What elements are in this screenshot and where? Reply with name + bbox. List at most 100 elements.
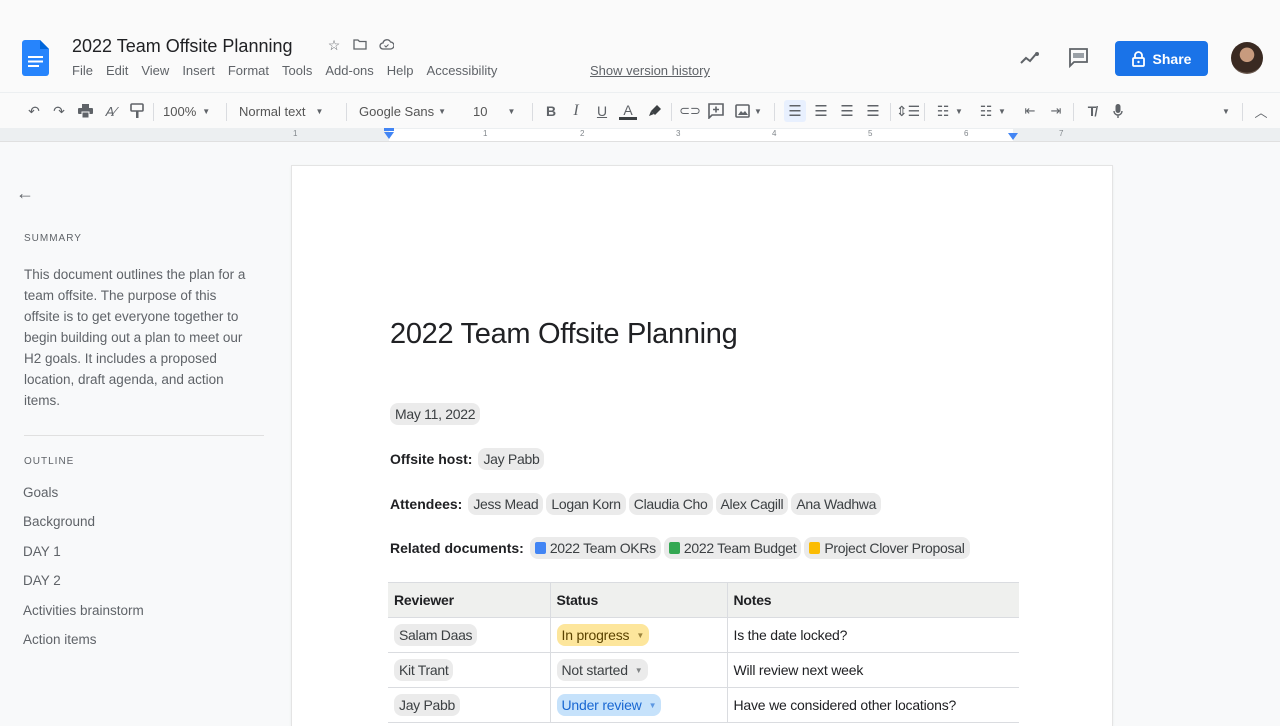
menu-accessibility[interactable]: Accessibility: [427, 63, 498, 78]
checklist-icon: ☷: [936, 102, 950, 119]
comment-history-icon[interactable]: [1068, 47, 1089, 68]
toolbar-divider: [1073, 103, 1074, 121]
caret-down-icon: ▼: [998, 106, 1006, 116]
menu-insert[interactable]: Insert: [182, 63, 215, 78]
status-cell[interactable]: Not started ▼: [549, 652, 728, 688]
insert-image-button[interactable]: ▼: [733, 101, 762, 121]
outline-item-background[interactable]: Background: [23, 512, 144, 541]
person-chip[interactable]: Jay Pabb: [394, 694, 460, 716]
right-indent-marker[interactable]: [1008, 133, 1018, 140]
menu-add-ons[interactable]: Add-ons: [325, 63, 373, 78]
toolbar-divider: [153, 103, 154, 121]
column-header-status[interactable]: Status: [549, 582, 728, 618]
menu-view[interactable]: View: [141, 63, 169, 78]
column-header-notes[interactable]: Notes: [726, 582, 1019, 618]
folder-icon[interactable]: [352, 37, 368, 54]
notes-cell[interactable]: Is the date locked?: [726, 617, 1019, 653]
share-button[interactable]: Share: [1115, 41, 1208, 76]
increase-indent-icon[interactable]: ⇥: [1047, 102, 1065, 120]
italic-icon[interactable]: I: [567, 102, 585, 120]
underline-icon[interactable]: U: [593, 102, 611, 120]
menu-edit[interactable]: Edit: [106, 63, 128, 78]
summary-text[interactable]: This document outlines the plan for a te…: [24, 264, 254, 411]
font-value: Google Sans: [359, 103, 435, 119]
person-chip[interactable]: Claudia Cho: [628, 493, 713, 515]
outline-item-goals[interactable]: Goals: [23, 483, 144, 512]
checklist-button[interactable]: ☷ ▼: [934, 101, 963, 121]
link-icon[interactable]: ⊂⊃: [679, 102, 701, 120]
bulleted-list-button[interactable]: ☷ ▼: [977, 101, 1006, 121]
undo-icon[interactable]: ↶: [25, 102, 43, 120]
align-left-icon[interactable]: ☰: [786, 102, 804, 120]
highlight-color-icon[interactable]: [646, 102, 664, 120]
person-chip[interactable]: Logan Korn: [546, 493, 626, 515]
star-icon[interactable]: ☆: [326, 37, 342, 54]
column-header-reviewer[interactable]: Reviewer: [388, 582, 551, 618]
document-heading[interactable]: 2022 Team Offsite Planning: [390, 318, 738, 351]
reviewer-cell[interactable]: Jay Pabb: [388, 687, 551, 723]
font-select[interactable]: Google Sans ▼: [359, 101, 446, 121]
outline-item-day-2[interactable]: DAY 2: [23, 571, 144, 600]
outline-item-activities-brainstorm[interactable]: Activities brainstorm: [23, 601, 144, 630]
person-chip[interactable]: Ana Wadhwa: [791, 493, 882, 515]
collapse-menus-icon[interactable]: ︿: [1252, 102, 1270, 120]
text-color-icon[interactable]: A: [619, 102, 637, 120]
align-right-icon[interactable]: ☰: [838, 102, 856, 120]
decrease-indent-icon[interactable]: ⇤: [1021, 102, 1039, 120]
zoom-select[interactable]: 100% ▼: [163, 101, 210, 121]
notes-cell[interactable]: Will review next week: [726, 652, 1019, 688]
file-chip[interactable]: 2022 Team OKRs: [529, 537, 661, 559]
reviewer-cell[interactable]: Kit Trant: [388, 652, 551, 688]
version-history-link[interactable]: Show version history: [590, 63, 710, 78]
paragraph-style-select[interactable]: Normal text ▼: [239, 101, 323, 121]
user-avatar[interactable]: [1231, 42, 1263, 74]
person-chip[interactable]: Jay Pabb: [478, 448, 545, 470]
voice-typing-icon[interactable]: [1109, 102, 1127, 120]
menu-format[interactable]: Format: [228, 63, 269, 78]
clear-formatting-icon[interactable]: T̸: [1083, 102, 1101, 120]
cloud-status-icon[interactable]: [378, 37, 395, 54]
person-chip[interactable]: Alex Cagill: [715, 493, 789, 515]
reviewer-cell[interactable]: Salam Daas: [388, 617, 551, 653]
bold-icon[interactable]: B: [542, 102, 560, 120]
status-dropdown-chip[interactable]: Under review ▼: [556, 694, 662, 716]
google-docs-logo-icon[interactable]: [22, 40, 49, 76]
status-dropdown-chip[interactable]: In progress ▼: [556, 624, 650, 646]
menu-help[interactable]: Help: [387, 63, 414, 78]
document-title[interactable]: 2022 Team Offsite Planning: [72, 36, 292, 57]
image-icon: [733, 102, 751, 120]
google-slides-icon: [809, 542, 821, 554]
outline-item-action-items[interactable]: Action items: [23, 630, 144, 659]
file-chip[interactable]: Project Clover Proposal: [804, 537, 970, 559]
menu-file[interactable]: File: [72, 63, 93, 78]
horizontal-ruler[interactable]: 1 1 2 3 4 5 6 7: [0, 128, 1280, 142]
align-center-icon[interactable]: ☰: [812, 102, 830, 120]
notes-cell[interactable]: Have we considered other locations?: [726, 687, 1019, 723]
date-chip[interactable]: May 11, 2022: [390, 403, 481, 425]
menu-tools[interactable]: Tools: [282, 63, 312, 78]
redo-icon[interactable]: ↷: [50, 102, 68, 120]
align-justify-icon[interactable]: ☰: [864, 102, 882, 120]
paint-format-icon[interactable]: [128, 102, 146, 120]
document-page[interactable]: 2022 Team Offsite Planning May 11, 2022 …: [292, 166, 1112, 726]
reviewer-table: Reviewer Status Notes Salam Daas In prog…: [388, 582, 1019, 723]
print-icon[interactable]: [76, 102, 94, 120]
add-comment-icon[interactable]: [707, 102, 725, 120]
first-line-indent-marker[interactable]: [384, 128, 394, 131]
person-chip[interactable]: Kit Trant: [394, 659, 454, 681]
outline-item-day-1[interactable]: DAY 1: [23, 542, 144, 571]
activity-dashboard-icon[interactable]: [1019, 48, 1041, 68]
back-arrow-icon[interactable]: ←: [16, 183, 34, 204]
person-chip[interactable]: Jess Mead: [468, 493, 544, 515]
status-dropdown-chip[interactable]: Not started ▼: [556, 659, 648, 681]
line-spacing-icon[interactable]: ⇕☰: [896, 102, 920, 120]
spellcheck-icon[interactable]: A⁄: [102, 102, 120, 120]
status-cell[interactable]: Under review ▼: [549, 687, 728, 723]
left-indent-marker[interactable]: [384, 132, 394, 139]
file-chip[interactable]: 2022 Team Budget: [663, 537, 802, 559]
more-options-caret-icon[interactable]: ▼: [1222, 107, 1230, 116]
person-chip[interactable]: Salam Daas: [394, 624, 478, 646]
font-size-select[interactable]: 10 ▼: [473, 101, 515, 121]
status-cell[interactable]: In progress ▼: [549, 617, 728, 653]
ruler-number: 4: [772, 129, 777, 138]
